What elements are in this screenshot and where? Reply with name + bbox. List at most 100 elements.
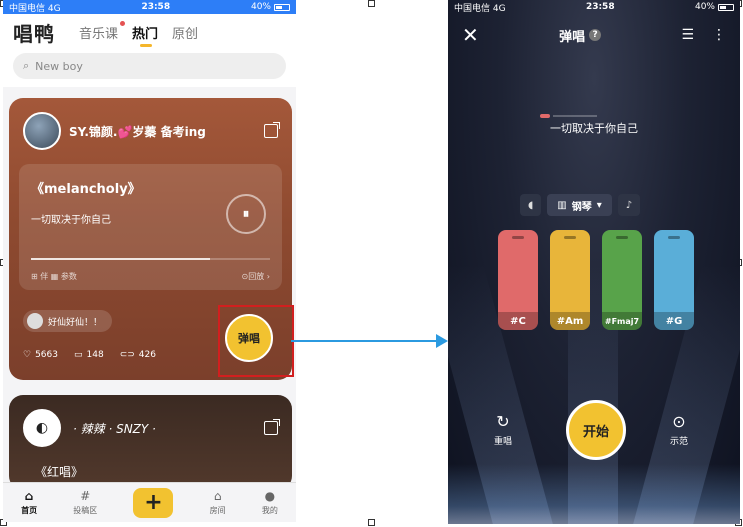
lyric-line: 一切取决于你自己 xyxy=(550,122,638,135)
comment-bubble[interactable]: 好仙好仙！！ xyxy=(23,310,113,332)
create-button[interactable]: + xyxy=(133,487,174,518)
share-icon[interactable] xyxy=(264,122,280,138)
more-icon[interactable]: ⋮ xyxy=(712,27,726,43)
tab-hot[interactable]: 热门 xyxy=(132,23,158,47)
restart-label: 重唱 xyxy=(494,437,513,447)
nav-home[interactable]: ⌂ 首页 xyxy=(21,489,37,516)
params-button[interactable]: ⊞ 伴 ▦ 参数 xyxy=(31,271,77,282)
carrier-label: 中国电信 4G xyxy=(454,3,506,14)
song-title: 《melancholy》 xyxy=(31,182,141,197)
battery-percent: 40% xyxy=(694,2,715,12)
status-bar: 中国电信 4G 23:58 40% xyxy=(448,0,740,14)
comment-text: 好仙好仙！！ xyxy=(48,317,103,328)
song-player[interactable]: 《melancholy》 一切取决于你自己 ⏸ ⊞ 伴 ▦ 参数 ⊙回放 › xyxy=(19,164,282,290)
username[interactable]: SY.锦颜.💕岁蓁 备考ing xyxy=(69,123,264,140)
screenshot-canvas: 中国电信 4G 23:58 40% 唱鸭 音乐课 热门 原创 ⌕ New boy xyxy=(0,0,743,527)
commenter-avatar xyxy=(27,313,43,329)
avatar[interactable] xyxy=(23,112,61,150)
drum-button[interactable]: ◖ xyxy=(520,194,542,216)
start-button[interactable]: 开始 xyxy=(566,400,626,460)
heart-icon: ♡ xyxy=(23,350,32,360)
song-title: 《红唱》 xyxy=(35,465,84,479)
top-bar: 唱鸭 音乐课 热门 原创 xyxy=(3,14,296,50)
help-icon[interactable]: ? xyxy=(589,29,602,41)
stage-light xyxy=(448,464,740,524)
hashtag-icon: # xyxy=(80,489,91,503)
post-header: SY.锦颜.💕岁蓁 备考ing xyxy=(9,98,292,150)
like-count: 5663 xyxy=(35,350,58,360)
nav-label: 我的 xyxy=(261,506,278,515)
battery-icon xyxy=(273,3,290,11)
comment-icon: ▭ xyxy=(73,350,83,360)
play-circle-icon: ⊙ xyxy=(672,412,686,431)
clock: 23:58 xyxy=(585,2,615,12)
nav-label: 投稿区 xyxy=(73,506,98,515)
title-text: 弹唱 xyxy=(559,29,586,45)
search-area: ⌕ New boy xyxy=(3,50,296,87)
pause-icon[interactable]: ⏸ xyxy=(226,194,266,234)
resize-handle[interactable] xyxy=(368,519,375,526)
guitar-icon: ♪ xyxy=(625,199,633,211)
restart-icon: ↻ xyxy=(496,412,510,431)
profile-icon: ● xyxy=(264,489,276,503)
nav-profile[interactable]: ● 我的 xyxy=(262,489,278,516)
progress-fill xyxy=(31,258,211,260)
status-bar: 中国电信 4G 23:58 40% xyxy=(3,0,296,14)
battery-icon xyxy=(717,3,734,11)
share-count: 426 xyxy=(138,350,156,360)
notification-dot xyxy=(120,20,126,26)
chord-label: #C xyxy=(498,312,538,330)
chord-pad[interactable]: #Am xyxy=(550,230,590,330)
close-icon[interactable]: ✕ xyxy=(462,23,479,47)
replay-button[interactable]: ⊙回放 › xyxy=(242,271,270,282)
demo-button[interactable]: ⊙ 示范 xyxy=(670,412,688,447)
home-icon: ⌂ xyxy=(24,489,34,503)
search-icon: ⌕ xyxy=(23,59,30,72)
chord-label: #G xyxy=(654,312,694,330)
nav-submissions[interactable]: # 投稿区 xyxy=(73,489,97,516)
tab-music-class[interactable]: 音乐课 xyxy=(79,20,126,42)
instrument-dropdown[interactable]: ▥ 钢琴 ▾ xyxy=(547,194,612,216)
username[interactable]: · 辣辣 · SNZY · xyxy=(73,420,264,437)
chord-pad[interactable]: #Fmaj7 xyxy=(602,230,642,330)
share-icon[interactable] xyxy=(264,419,280,435)
arrow-line xyxy=(291,340,439,342)
search-input[interactable]: ⌕ New boy xyxy=(13,53,286,79)
guitar-button[interactable]: ♪ xyxy=(617,194,641,216)
highlight-box xyxy=(218,305,294,377)
clock: 23:58 xyxy=(141,2,171,12)
drum-icon: ◖ xyxy=(528,199,534,211)
top-actions: ☰ ⋮ xyxy=(681,27,726,43)
avatar[interactable]: ◐ xyxy=(23,409,61,447)
app-logo: 唱鸭 xyxy=(13,21,55,46)
like-stat[interactable]: ♡ 5663 xyxy=(23,350,58,360)
piano-icon: ▥ xyxy=(557,199,567,211)
tab-original[interactable]: 原创 xyxy=(172,23,198,42)
post-card[interactable]: ◐ · 辣辣 · SNZY · 《红唱》 xyxy=(9,395,292,490)
room-icon: ⌂ xyxy=(213,489,222,503)
chord-pad[interactable]: #C xyxy=(498,230,538,330)
repost-icon: ⊂⊃ xyxy=(119,350,135,360)
tab-bar: 音乐课 热门 原创 xyxy=(79,20,198,47)
phone-home-screen: 中国电信 4G 23:58 40% 唱鸭 音乐课 热门 原创 ⌕ New boy xyxy=(3,0,296,522)
share-stat[interactable]: ⊂⊃ 426 xyxy=(120,350,156,360)
search-placeholder: New boy xyxy=(35,59,83,73)
nav-rooms[interactable]: ⌂ 房间 xyxy=(210,489,226,516)
nav-label: 房间 xyxy=(209,506,226,515)
progress-bar[interactable] xyxy=(31,258,270,260)
instrument-label: 钢琴 xyxy=(571,201,592,213)
playback-controls: ↻ 重唱 开始 ⊙ 示范 xyxy=(448,400,740,470)
chord-pad[interactable]: #G xyxy=(654,230,694,330)
battery-percent: 40% xyxy=(250,2,271,12)
carrier-label: 中国电信 4G xyxy=(9,3,61,14)
demo-label: 示范 xyxy=(670,437,689,447)
settings-sliders-icon[interactable]: ☰ xyxy=(681,27,694,43)
instrument-selector: ◖ ▥ 钢琴 ▾ ♪ xyxy=(520,194,641,216)
resize-handle[interactable] xyxy=(368,0,375,7)
chord-label: #Am xyxy=(550,312,590,330)
restart-button[interactable]: ↻ 重唱 xyxy=(494,412,512,447)
comment-stat[interactable]: ▭ 148 xyxy=(74,350,104,360)
phone-sing-screen: 中国电信 4G 23:58 40% ✕ 弹唱? ☰ ⋮ 一切取决于你自己 ◖ ▥ 钢… xyxy=(448,0,740,524)
arrow-head-icon xyxy=(436,334,448,348)
lyric-progress-mark xyxy=(540,114,550,118)
